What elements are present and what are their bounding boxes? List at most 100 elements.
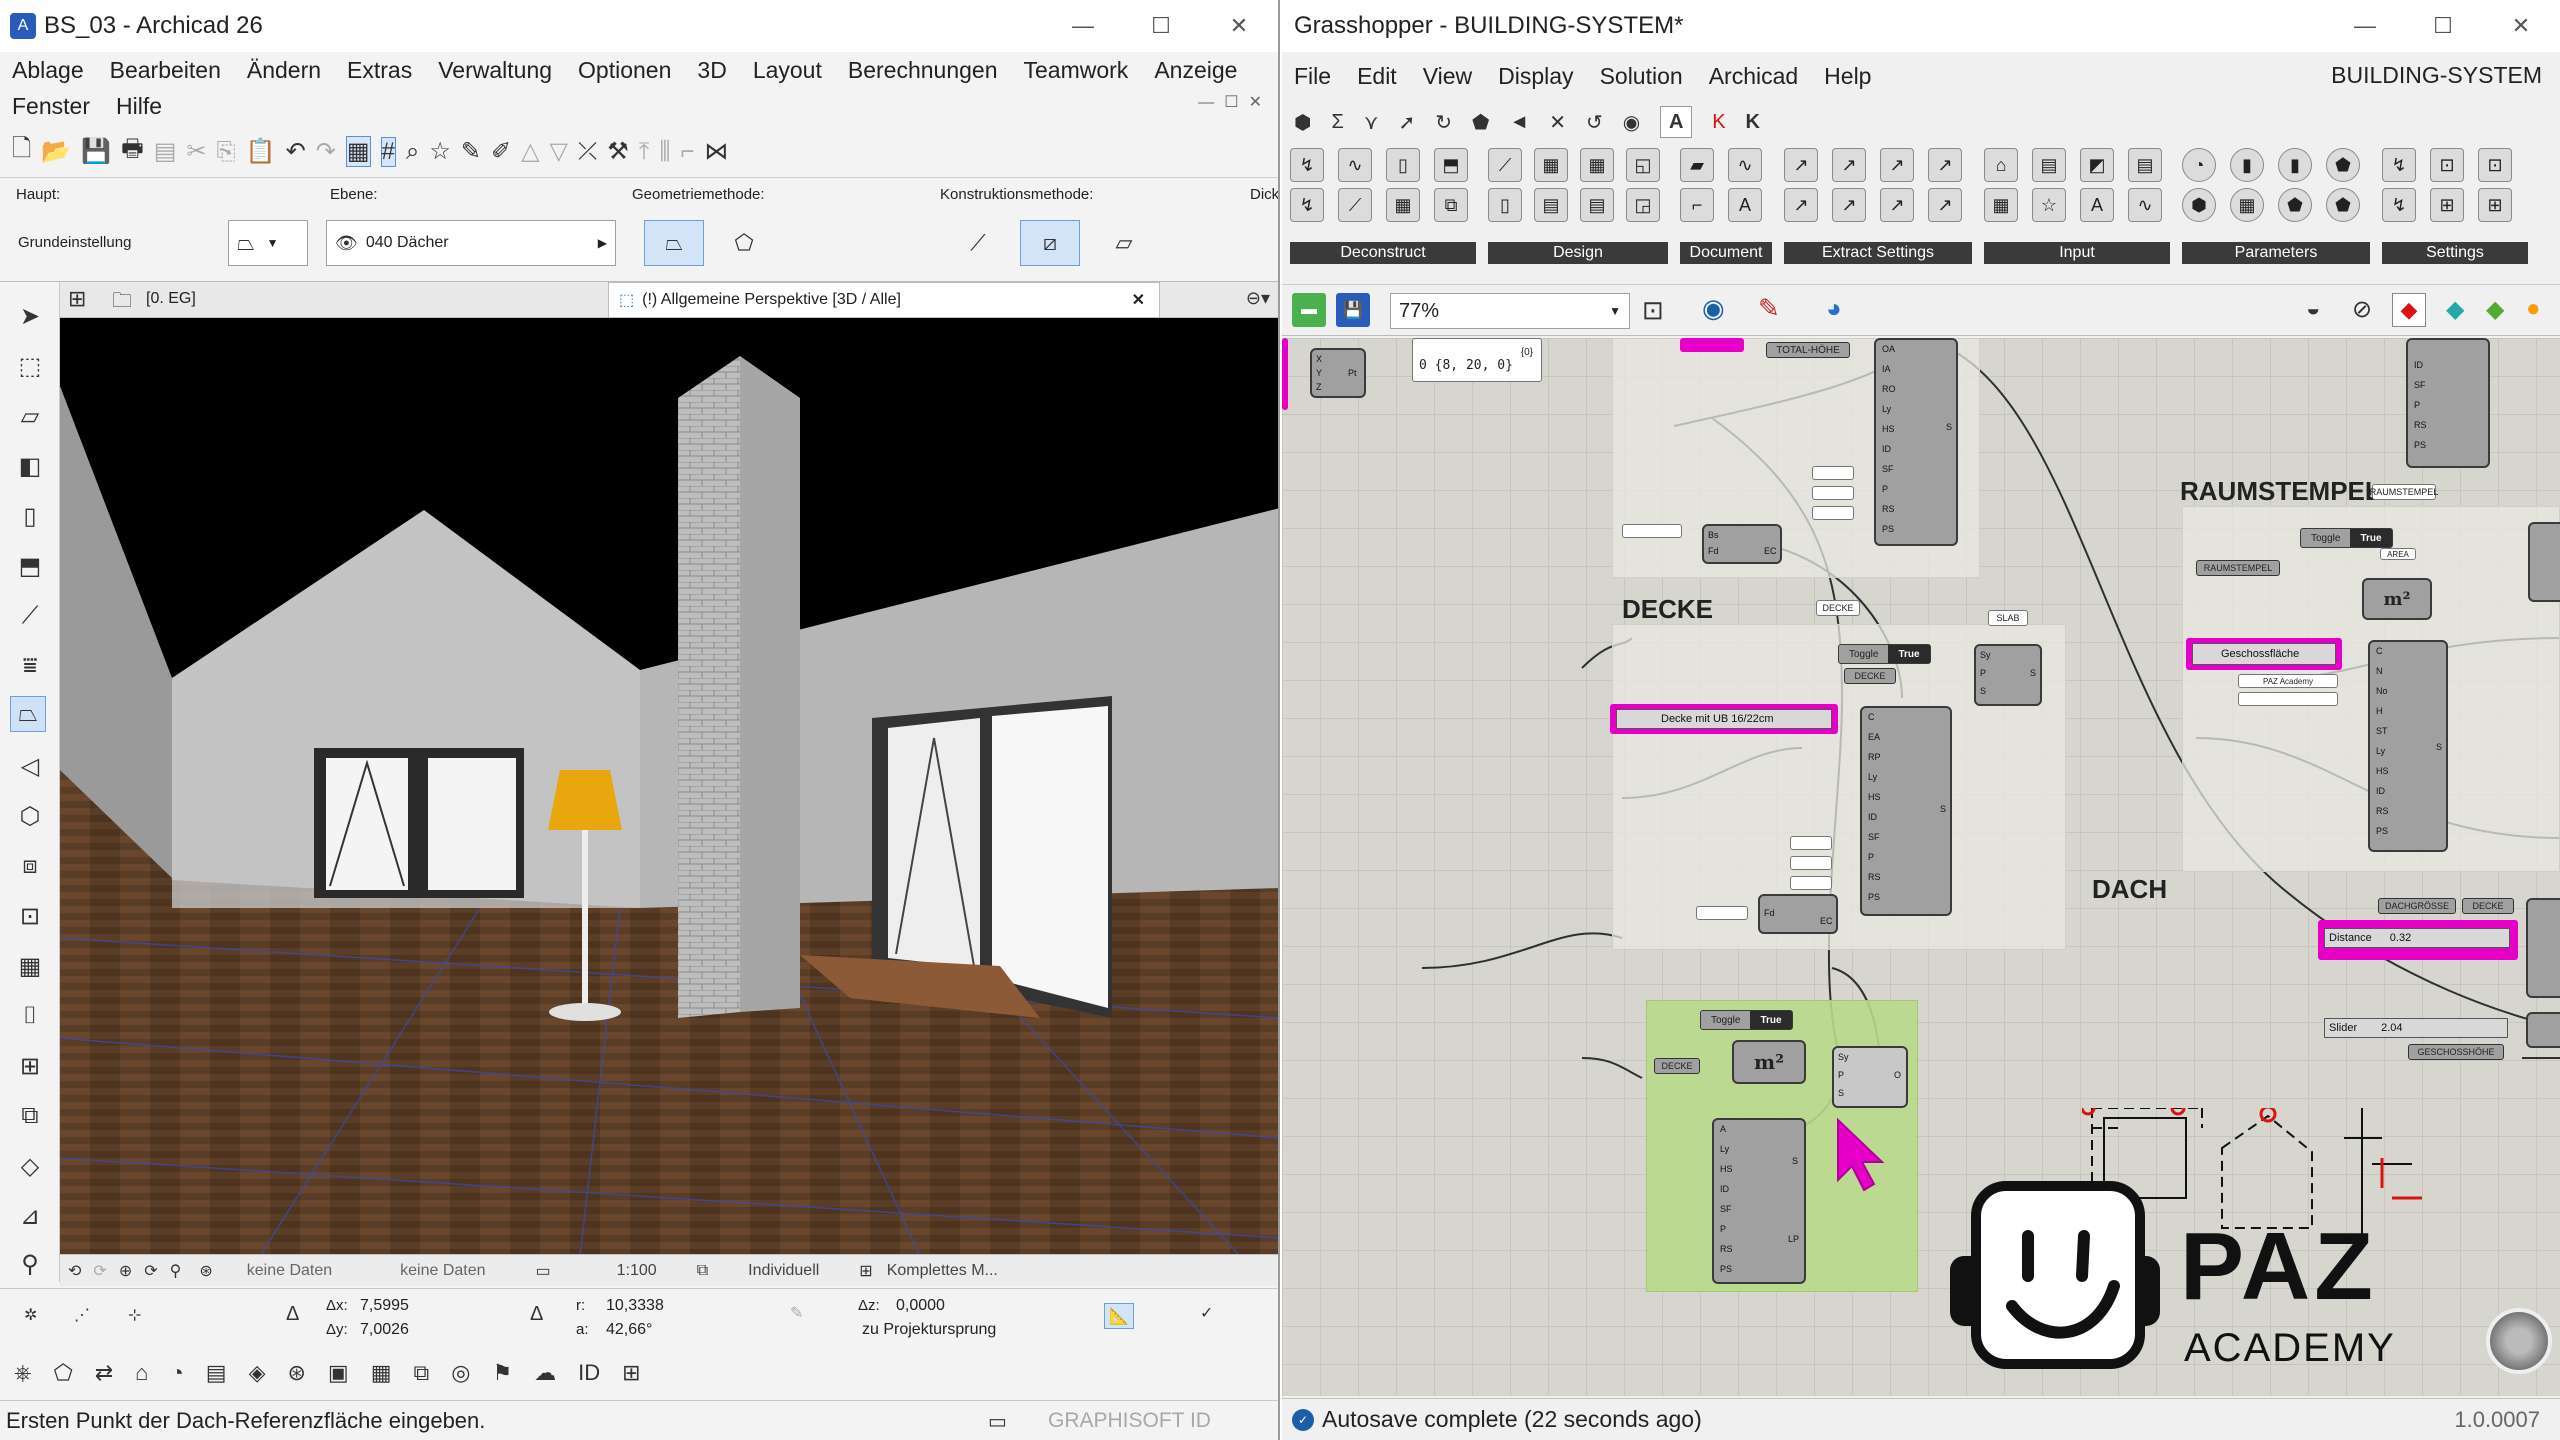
favorite-picker[interactable]: ⏢ ▼ [228,220,308,266]
syringe-icon[interactable]: ✐ [491,137,511,166]
dimension-tool[interactable]: ⊿ [12,1198,48,1234]
deconstruct-comp-3[interactable]: ▯ [1386,148,1420,182]
polygon-icon[interactable]: ⬠ [54,1360,73,1386]
navigator-icon[interactable]: ⎈ [14,1360,32,1386]
surface-tab-icon[interactable]: ⬟ [1472,110,1489,135]
find-icon[interactable]: ⌕ [406,138,419,166]
settings-comp-4[interactable]: ↯ [2382,188,2416,222]
arrow-up-icon[interactable]: △ [521,137,539,166]
maths-tab-icon[interactable]: Σ [1331,111,1343,134]
intersect-tab-icon[interactable]: ✕ [1549,110,1566,135]
save-icon[interactable]: 💾 [81,137,111,166]
trace-icon[interactable]: ⧉ [414,1360,430,1386]
decke-tag-panel[interactable]: DECKE [1816,600,1860,616]
menu-solution[interactable]: Solution [1600,58,1683,94]
menu-file[interactable]: File [1294,58,1331,94]
group-label-settings[interactable]: Settings [2382,242,2528,264]
pencil-icon[interactable]: ✎ [790,1303,803,1323]
sphere-icon[interactable]: ● [2526,295,2541,323]
paste-icon[interactable]: 📋 [246,137,276,166]
input-comp-6[interactable]: ☆ [2032,188,2066,222]
document-comp-4[interactable]: A [1728,188,1762,222]
bs-component-top[interactable]: Bs Fd EC [1702,524,1782,564]
archicad-zone-component-2[interactable]: C N No H ST Ly HS ID RS PS S [2368,640,2448,852]
value-panel-3[interactable] [1812,506,1854,520]
slab-tag-panel[interactable]: SLAB [1988,610,2028,626]
decke-ref-panel-2[interactable]: DECKE [2462,898,2514,914]
input-comp-3[interactable]: ◩ [2080,148,2114,182]
construction-method-3[interactable]: ▱ [1096,220,1152,266]
wall-tool[interactable]: ▱ [12,398,48,434]
extract-comp-1[interactable]: ↗ [1784,148,1818,182]
right-edge-component[interactable] [2528,522,2560,602]
orbit-icon[interactable]: ⟳ [144,1261,157,1281]
construction-method-2[interactable]: ⧄ [1020,220,1080,266]
new-file-icon[interactable]: 🗋 [12,131,31,172]
input-comp-1[interactable]: ⌂ [1984,148,2018,182]
param-comp-2[interactable]: ▮ [2230,148,2264,182]
trim-icon[interactable]: ⤫ [578,138,597,166]
label-component[interactable]: Sy P S O [1832,1046,1908,1108]
materials-icon[interactable]: ◔ [170,1360,183,1386]
morph-tool[interactable]: ⬡ [12,798,48,834]
group-label-input[interactable]: Input [1984,242,2170,264]
open-document-icon[interactable]: ▬ [1292,293,1326,327]
document-comp-2[interactable]: ∿ [1728,148,1762,182]
design-options-icon[interactable]: ◎ [451,1360,470,1386]
menu-hilfe[interactable]: Hilfe [116,88,162,124]
group-label-document[interactable]: Document [1680,242,1772,264]
tab-overview-icon[interactable]: ⊞ [68,286,86,312]
raumstempel-toggle[interactable]: Toggle True [2300,528,2393,548]
reference-origin[interactable]: zu Projektursprung [862,1321,996,1339]
dx-value[interactable]: 7,5995 [360,1297,409,1315]
grid-snap-icon[interactable]: ⊹ [128,1305,141,1325]
settings-comp-3[interactable]: ⊡ [2478,148,2512,182]
print-icon[interactable]: 🖶 [121,131,144,172]
slab-tool[interactable]: ⬒ [12,548,48,584]
fd-component[interactable]: Fd EC [1758,894,1838,934]
save-document-icon[interactable]: 💾 [1336,293,1370,327]
menu-verwaltung[interactable]: Verwaltung [438,52,552,88]
menu-ablage[interactable]: Ablage [12,52,84,88]
green-decke-panel[interactable]: DECKE [1654,1058,1700,1074]
arrow-tool[interactable]: ➤ [12,298,48,334]
redo-view-icon[interactable]: ⟳ [93,1261,106,1281]
object-tool[interactable]: ⊡ [12,898,48,934]
document-comp-3[interactable]: ⌐ [1680,188,1714,222]
tab-floor[interactable]: [0. EG] [146,290,196,308]
library-icon[interactable]: ⌂ [135,1360,148,1386]
display-tab-icon[interactable]: ◉ [1623,110,1640,135]
value-panel-1[interactable] [1812,466,1854,480]
menu-layout[interactable]: Layout [753,52,822,88]
mesh-tab-icon[interactable]: ◄ [1509,111,1529,134]
design-comp-1[interactable]: ⟋ [1488,148,1522,182]
group-label-extract-settings[interactable]: Extract Settings [1784,242,1972,264]
arrow-down-icon[interactable]: ▽ [550,137,568,166]
zoom-selector[interactable]: 77% ▼ [1390,293,1630,329]
extract-comp-4[interactable]: ↗ [1928,148,1962,182]
check-icon[interactable]: ✓ [1200,1303,1213,1323]
construction-method-1[interactable]: ⟋ [950,220,1006,266]
value-panel-2[interactable] [1812,486,1854,500]
skylight-tool[interactable]: ◇ [12,1148,48,1184]
decke-ref-panel[interactable]: DECKE [1844,668,1896,684]
area-component[interactable]: m² [1732,1040,1806,1084]
r-value[interactable]: 10,3338 [606,1297,664,1315]
menu-berechnungen[interactable]: Berechnungen [848,52,998,88]
param-comp-8[interactable]: ⬟ [2326,188,2360,222]
ruler-icon[interactable]: 📐 [1104,1303,1134,1329]
raumstempel-tag-panel[interactable]: RAUMSTEMPEL [2370,484,2438,500]
deconstruct-comp-4[interactable]: ⬒ [1434,148,1468,182]
transform-tab-icon[interactable]: ↺ [1586,110,1603,135]
mesh-teal-icon[interactable]: ◆ [2446,295,2464,324]
copy-icon[interactable]: ⎘ [217,138,236,166]
door-tool[interactable]: ◧ [12,448,48,484]
gh-maximize-button[interactable]: ☐ [2404,0,2482,52]
menu-optionen[interactable]: Optionen [578,52,671,88]
curve-tab-icon[interactable]: ↻ [1435,110,1452,135]
decke-value-2[interactable] [1790,856,1832,870]
open-file-icon[interactable]: 📂 [41,137,71,166]
floorplan-tab-icon[interactable]: 🗀 [112,286,132,320]
marquee-tool[interactable]: ⬚ [12,348,48,384]
settings-comp-6[interactable]: ⊞ [2478,188,2512,222]
